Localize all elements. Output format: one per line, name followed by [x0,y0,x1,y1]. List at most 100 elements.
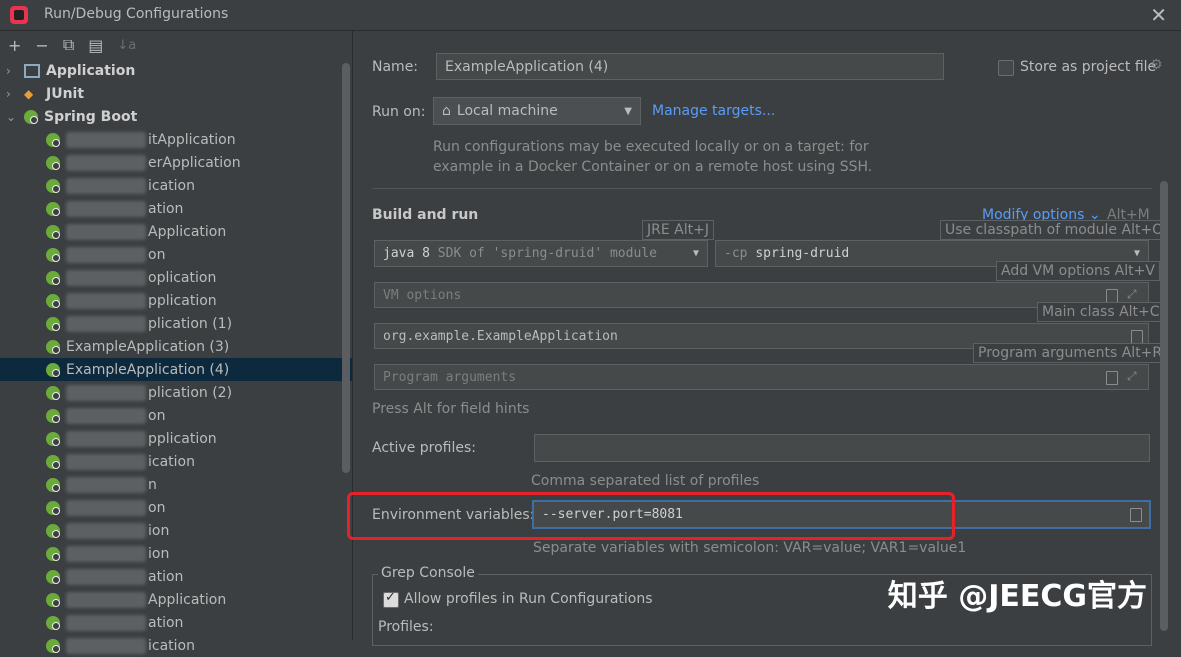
separator [372,188,1152,189]
tree-item[interactable]: erApplication [0,151,352,174]
tree-item-label: erApplication [148,154,241,171]
highlight-box [347,492,955,540]
gear-icon[interactable]: ⚙ [1150,57,1163,73]
spring-boot-icon [46,523,60,538]
jre-dropdown[interactable]: java 8 SDK of 'spring-druid' module ▼ [374,240,708,267]
tree-item-label: Application [148,223,227,240]
editor-scrollbar[interactable] [1160,181,1168,631]
tree-scrollbar[interactable] [342,63,350,473]
application-icon [24,63,40,78]
tree-item[interactable]: n [0,473,352,496]
remove-icon[interactable]: − [35,36,48,55]
manage-targets-link[interactable]: Manage targets... [652,103,775,119]
chevron-right-icon[interactable]: › [6,87,20,101]
spring-boot-icon [46,592,60,607]
spring-boot-icon [46,362,60,377]
spring-boot-icon [46,316,60,331]
tree-item[interactable]: on [0,496,352,519]
chevron-down-icon: ▼ [692,248,699,259]
tree-item[interactable]: ExampleApplication (4) [0,358,352,381]
spring-boot-icon [46,201,60,216]
tree-item-label: ExampleApplication (3) [66,338,230,355]
tree-item[interactable]: pplication [0,427,352,450]
tree-item[interactable]: Application [0,588,352,611]
redacted-text [66,384,146,401]
spring-boot-icon [46,477,60,492]
tree-item[interactable]: ation [0,611,352,634]
spring-boot-icon [46,132,60,147]
tree-item[interactable]: ication [0,450,352,473]
expand-arrows-icon[interactable]: ⤢ [1127,287,1137,302]
tree-group-junit[interactable]: › ◆ JUnit [0,82,352,105]
vm-options-input[interactable]: VM options [374,282,1149,308]
sort-icon[interactable]: ↓a [117,38,136,53]
redacted-text [66,476,146,493]
tree-item-label: n [148,476,157,493]
run-on-dropdown[interactable]: ⌂ Local machine ▼ [433,97,641,125]
tree-item[interactable]: ion [0,519,352,542]
tree-item[interactable]: ExampleApplication (3) [0,335,352,358]
tree-item[interactable]: ation [0,565,352,588]
chevron-down-icon[interactable]: ⌄ [6,110,20,124]
redacted-text [66,292,146,309]
env-hint: Separate variables with semicolon: VAR=v… [533,540,967,556]
tree-item[interactable]: ion [0,542,352,565]
redacted-text [66,568,146,585]
tree-group-spring-boot[interactable]: ⌄ Spring Boot [0,105,352,128]
tree-item-label: pplication [148,430,217,447]
spring-boot-icon [46,155,60,170]
tree-item-label: on [148,407,166,424]
tree-item[interactable]: on [0,243,352,266]
tree-item[interactable]: plication (2) [0,381,352,404]
tree-item-label: ion [148,522,170,539]
add-icon[interactable]: + [8,36,21,55]
title-bar: Run/Debug Configurations ✕ [0,0,1181,31]
spring-boot-icon [46,224,60,239]
redacted-text [66,200,146,217]
tree-item[interactable]: ication [0,174,352,197]
spring-boot-icon [46,500,60,515]
redacted-text [66,522,146,539]
profiles-hint: Comma separated list of profiles [531,473,760,489]
expand-field-icon[interactable] [1106,371,1118,385]
tree-item-label: oplication [148,269,217,286]
field-hints-text: Press Alt for field hints [372,401,530,417]
junit-icon: ◆ [24,86,34,101]
config-tree: › Application › ◆ JUnit ⌄ Spring Boot it… [0,59,352,657]
redacted-text [66,269,146,286]
expand-arrows-icon[interactable]: ⤢ [1127,369,1137,384]
chevron-right-icon[interactable]: › [6,64,20,78]
browse-icon[interactable] [1131,330,1143,344]
tree-item-label: plication (1) [148,315,233,332]
active-profiles-input[interactable] [534,434,1150,462]
close-icon[interactable]: ✕ [1150,3,1167,27]
tree-item[interactable]: itApplication [0,128,352,151]
folder-icon[interactable]: ▤ [88,36,103,55]
tree-item[interactable]: pplication [0,289,352,312]
allow-profiles-checkbox[interactable] [383,590,399,608]
spring-boot-icon [46,431,60,446]
edit-variables-icon[interactable] [1130,508,1142,522]
tree-item-label: Application [148,591,227,608]
run-on-hint: Run configurations may be executed local… [433,137,872,177]
program-arguments-input[interactable]: Program arguments [374,364,1149,390]
program-arguments-tooltip: Program arguments Alt+R [973,343,1168,363]
tree-item[interactable]: ation [0,197,352,220]
copy-icon[interactable]: ⧉ [63,35,74,55]
store-project-file-checkbox[interactable] [998,60,1014,76]
redacted-text [66,223,146,240]
home-icon: ⌂ [442,103,451,119]
tree-item[interactable]: plication (1) [0,312,352,335]
redacted-text [66,453,146,470]
redacted-text [66,430,146,447]
tree-item[interactable]: on [0,404,352,427]
tree-item[interactable]: ication [0,634,352,657]
tree-item[interactable]: Application [0,220,352,243]
tree-item-label: on [148,246,166,263]
expand-field-icon[interactable] [1106,289,1118,303]
spring-boot-icon [24,109,38,124]
tree-group-application[interactable]: › Application [0,59,352,82]
name-input[interactable]: ExampleApplication (4) [436,53,944,80]
tree-item[interactable]: oplication [0,266,352,289]
tree-item-label: ation [148,200,184,217]
